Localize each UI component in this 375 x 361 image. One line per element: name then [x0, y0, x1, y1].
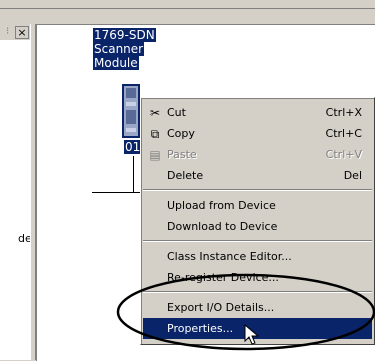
- menu-item-delete[interactable]: Delete Del: [143, 165, 372, 186]
- pane-grip-icon: ⁝: [6, 26, 10, 37]
- menu-item-copy[interactable]: ⧉ Copy Ctrl+C: [143, 123, 372, 144]
- menu-item-shortcut: Del: [343, 169, 362, 182]
- device-label-line-1: 1769-SDN: [93, 28, 156, 42]
- paste-icon: ▤: [149, 148, 161, 162]
- menu-item-label: Paste: [167, 148, 197, 161]
- menu-item-label: Properties...: [167, 322, 234, 335]
- menu-item-label: Upload from Device: [167, 199, 276, 212]
- network-link-vertical: [133, 156, 134, 192]
- menu-separator: [143, 240, 372, 242]
- menu-item-shortcut: Ctrl+X: [325, 106, 362, 119]
- menu-item-label: Delete: [167, 169, 204, 182]
- scanner-module-icon[interactable]: [120, 84, 142, 138]
- copy-icon: ⧉: [150, 127, 160, 141]
- scissors-icon: ✂: [149, 106, 161, 120]
- menu-item-label: Copy: [167, 127, 195, 140]
- menu-item-label: Re-register Device...: [167, 271, 279, 284]
- pane-close-button[interactable]: ×: [15, 26, 29, 39]
- application-window: ⁝ × de 1769-SDN Scanner Module 01 ✂ Cut …: [0, 0, 375, 361]
- menu-item-shortcut: Ctrl+C: [325, 127, 362, 140]
- menu-item-label: Download to Device: [167, 220, 278, 233]
- device-label-line-3: Module: [93, 56, 139, 70]
- device-label-line-2: Scanner: [93, 42, 145, 56]
- menu-item-upload[interactable]: Upload from Device: [143, 195, 372, 216]
- device-label[interactable]: 1769-SDN Scanner Module: [93, 28, 168, 70]
- menu-item-class-instance-editor[interactable]: Class Instance Editor...: [143, 246, 372, 267]
- menu-item-export-io-details[interactable]: Export I/O Details...: [143, 297, 372, 318]
- toolbar-strip: [0, 0, 375, 9]
- menu-item-download[interactable]: Download to Device: [143, 216, 372, 237]
- context-menu: ✂ Cut Ctrl+X ⧉ Copy Ctrl+C ▤ Paste Ctrl+…: [140, 97, 375, 345]
- menu-item-label: Class Instance Editor...: [167, 250, 292, 263]
- menu-item-shortcut: Ctrl+V: [325, 148, 362, 161]
- menu-item-cut[interactable]: ✂ Cut Ctrl+X: [143, 102, 372, 123]
- menu-separator: [143, 189, 372, 191]
- left-pane: [0, 24, 31, 360]
- menu-item-label: Export I/O Details...: [167, 301, 275, 314]
- menu-item-properties[interactable]: Properties...: [143, 318, 372, 339]
- menu-item-label: Cut: [167, 106, 186, 119]
- menu-item-re-register[interactable]: Re-register Device...: [143, 267, 372, 288]
- menu-item-paste[interactable]: ▤ Paste Ctrl+V: [143, 144, 372, 165]
- network-link-horizontal: [92, 192, 142, 193]
- menu-separator: [143, 291, 372, 293]
